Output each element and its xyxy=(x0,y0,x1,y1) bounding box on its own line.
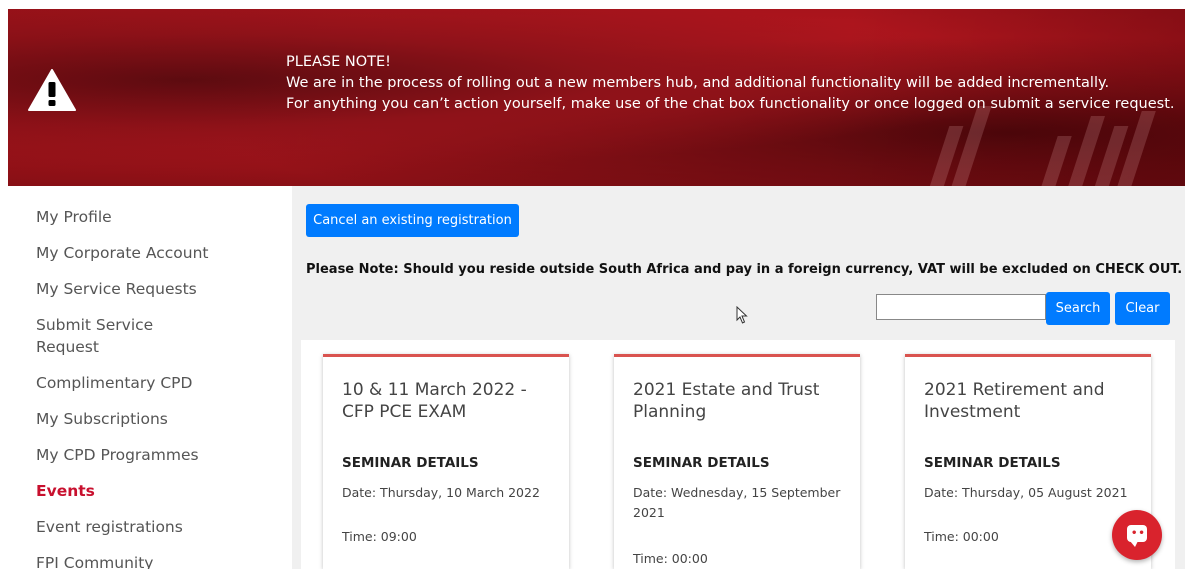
sidebar-item-my-corporate-account[interactable]: My Corporate Account xyxy=(36,242,286,264)
event-card[interactable]: 2021 Estate and Trust Planning SEMINAR D… xyxy=(614,354,860,569)
sidebar-item-events[interactable]: Events xyxy=(36,480,286,502)
sidebar-item-event-registrations[interactable]: Event registrations xyxy=(36,516,286,538)
events-main: Cancel an existing registration Please N… xyxy=(292,186,1185,569)
event-card-title[interactable]: 10 & 11 March 2022 - CFP PCE EXAM xyxy=(342,379,552,423)
sidebar-item-my-profile[interactable]: My Profile xyxy=(36,206,286,228)
cancel-registration-button[interactable]: Cancel an existing registration xyxy=(306,204,519,237)
clear-button[interactable]: Clear xyxy=(1115,292,1170,325)
event-card-section-heading: SEMINAR DETAILS xyxy=(342,455,479,471)
event-card-time: Time: 00:00 xyxy=(633,551,708,566)
event-card-title[interactable]: 2021 Retirement and Investment xyxy=(924,379,1134,423)
event-card-time: Time: 00:00 xyxy=(924,529,999,544)
mouse-pointer-icon xyxy=(736,306,748,324)
warning-triangle-icon xyxy=(28,69,76,111)
sidebar-nav: My Profile My Corporate Account My Servi… xyxy=(36,206,286,569)
sidebar-item-my-cpd-programmes[interactable]: My CPD Programmes xyxy=(36,444,286,466)
notice-line-2: For anything you can’t action yourself, … xyxy=(286,96,1175,112)
sidebar-item-my-service-requests[interactable]: My Service Requests xyxy=(36,278,286,300)
vat-note: Please Note: Should you reside outside S… xyxy=(306,262,1183,277)
notice-heading: PLEASE NOTE! xyxy=(286,54,391,70)
chat-launcher-button[interactable]: ••• xyxy=(1112,510,1162,560)
event-card-title[interactable]: 2021 Estate and Trust Planning xyxy=(633,379,843,423)
notice-line-1: We are in the process of rolling out a n… xyxy=(286,75,1110,91)
chat-bubble-icon: ••• xyxy=(1127,525,1152,547)
sidebar-item-my-subscriptions[interactable]: My Subscriptions xyxy=(36,408,286,430)
sidebar-item-fpi-community[interactable]: FPI Community xyxy=(36,552,286,569)
search-button[interactable]: Search xyxy=(1046,292,1110,325)
sidebar-item-submit-service-request[interactable]: Submit Service Request xyxy=(36,314,176,358)
notice-banner: PLEASE NOTE! We are in the process of ro… xyxy=(8,9,1185,186)
event-card[interactable]: 10 & 11 March 2022 - CFP PCE EXAM SEMINA… xyxy=(323,354,569,569)
event-card-date: Date: Thursday, 05 August 2021 xyxy=(924,485,1128,500)
event-card-section-heading: SEMINAR DETAILS xyxy=(924,455,1061,471)
search-input[interactable] xyxy=(876,294,1046,320)
sidebar-item-complimentary-cpd[interactable]: Complimentary CPD xyxy=(36,372,286,394)
event-card-date: Date: Thursday, 10 March 2022 xyxy=(342,485,540,500)
event-card-date: Date: Wednesday, 15 September 2021 xyxy=(633,485,841,520)
notice-text: PLEASE NOTE! We are in the process of ro… xyxy=(286,52,1175,115)
event-card-section-heading: SEMINAR DETAILS xyxy=(633,455,770,471)
event-card-time: Time: 09:00 xyxy=(342,529,417,544)
